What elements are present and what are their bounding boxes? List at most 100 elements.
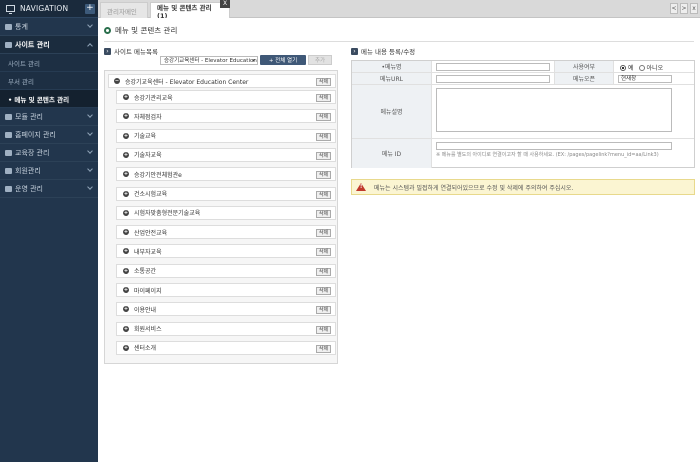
section-title-text: 사이트 메뉴목록 — [114, 48, 158, 56]
tree-item[interactable]: + 이용안내 삭제 — [116, 302, 336, 317]
tree-item-label: 자체점검자 — [134, 113, 162, 121]
menu-form: •메뉴명 사용여부 예 아니오 메뉴URL 메뉴오픈 현재창 메뉴설명 메뉴 I… — [351, 60, 695, 168]
delete-button[interactable]: 삭제 — [316, 306, 331, 315]
chevron-down-icon — [87, 148, 93, 154]
tree-item[interactable]: + 기술교육 삭제 — [116, 128, 336, 143]
label-menu-open: 메뉴오픈 — [554, 73, 614, 84]
radio-yes[interactable] — [620, 64, 626, 71]
expand-icon[interactable]: + — [123, 248, 129, 255]
tree-item[interactable]: + 승강기안전체험관e 삭제 — [116, 167, 336, 182]
expand-all-button[interactable]: + 전체 열기 — [260, 55, 306, 65]
tree-item[interactable]: + 센터소개 삭제 — [116, 340, 336, 355]
expand-icon[interactable]: + — [123, 190, 129, 197]
add-button[interactable]: 추가 — [308, 55, 332, 65]
tree-item[interactable]: + 소통공간 삭제 — [116, 263, 336, 278]
expand-icon[interactable]: + — [123, 209, 129, 216]
next-icon[interactable]: > — [680, 3, 688, 14]
expand-icon[interactable]: + — [123, 113, 129, 120]
delete-button[interactable]: 삭제 — [316, 132, 331, 141]
delete-button[interactable]: 삭제 — [316, 78, 331, 86]
user-icon — [5, 167, 12, 174]
tree-item-label: 승강기안전체험관e — [134, 171, 182, 179]
tree-root[interactable]: − 승강기교육센터 - Elevator Education Center 삭제 — [108, 74, 336, 88]
label-menu-desc: 메뉴설명 — [352, 85, 432, 138]
expand-icon[interactable]: + — [123, 229, 129, 236]
delete-button[interactable]: 삭제 — [316, 94, 331, 102]
form-row: 메뉴설명 — [352, 85, 694, 139]
menu-member[interactable]: 회원관리 — [0, 162, 98, 180]
tree-item[interactable]: + 건소시험교육 삭제 — [116, 186, 336, 201]
tree-item[interactable]: + 기술자교육 삭제 — [116, 147, 336, 162]
delete-button[interactable]: 삭제 — [316, 287, 331, 295]
menu-label: 모듈 관리 — [15, 112, 43, 121]
label-menu-name: •메뉴명 — [352, 61, 432, 72]
menu-homepage[interactable]: 홈페이지 관리 — [0, 126, 98, 144]
delete-button[interactable]: 삭제 — [316, 171, 331, 180]
tree-item[interactable]: + 회원서비스 삭제 — [116, 321, 336, 336]
menu-label: 운영 관리 — [15, 184, 43, 193]
chevron-down-icon — [87, 112, 93, 118]
chevron-up-icon — [87, 43, 93, 49]
tab-bar: 관리자메인 메뉴 및 콘텐츠 관리 (1) X < > x — [98, 0, 700, 20]
expand-icon[interactable]: + — [123, 306, 129, 313]
menu-name-input[interactable] — [436, 63, 550, 71]
tree-item[interactable]: + 시험자맞춤형전문기술교육 삭제 — [116, 205, 336, 220]
delete-button[interactable]: 삭제 — [316, 209, 331, 218]
tree-item-label: 이용안내 — [134, 306, 157, 314]
expand-icon[interactable]: + — [123, 267, 129, 274]
menu-open-select[interactable]: 현재창 — [618, 75, 672, 83]
menu-url-input[interactable] — [436, 75, 550, 83]
delete-button[interactable]: 삭제 — [316, 325, 331, 334]
delete-button[interactable]: 삭제 — [316, 267, 331, 276]
submenu-site[interactable]: 사이트 관리 — [0, 54, 98, 72]
site-select[interactable]: 승강기교육센터 - Elevator Education ... ▾ — [160, 55, 258, 65]
table-icon — [5, 149, 12, 156]
delete-button[interactable]: 삭제 — [316, 113, 331, 122]
tab-label: 메뉴 및 콘텐츠 관리 (1) — [157, 3, 212, 20]
window-buttons: < > x — [670, 3, 698, 14]
menu-site-manage[interactable]: 사이트 관리 — [0, 36, 98, 54]
menu-module[interactable]: 모듈 관리 — [0, 108, 98, 126]
usage-radio-group: 예 아니오 — [620, 63, 663, 72]
tree-item[interactable]: + 내부자교육 삭제 — [116, 244, 336, 259]
tree-item[interactable]: + 마이페이지 삭제 — [116, 283, 336, 297]
tab-admin-main[interactable]: 관리자메인 — [100, 2, 148, 18]
menu-label: 홈페이지 관리 — [15, 130, 56, 139]
expand-icon[interactable]: + — [123, 171, 129, 178]
expand-icon[interactable]: + — [123, 287, 129, 293]
menu-stats[interactable]: 통계 — [0, 18, 98, 36]
expand-icon[interactable]: + — [123, 151, 129, 158]
prev-icon[interactable]: < — [670, 3, 678, 14]
divider — [104, 41, 694, 42]
chevron-down-icon — [87, 22, 93, 28]
tree-item[interactable]: + 자체점검자 삭제 — [116, 109, 336, 124]
delete-button[interactable]: 삭제 — [316, 248, 331, 257]
tab-menu-content[interactable]: 메뉴 및 콘텐츠 관리 (1) — [150, 2, 230, 20]
add-icon[interactable]: + — [85, 4, 95, 14]
radio-no[interactable] — [638, 64, 645, 71]
submenu-dept[interactable]: 부서 관리 — [0, 72, 98, 90]
menu-id-input[interactable] — [436, 142, 672, 150]
delete-button[interactable]: 삭제 — [316, 229, 331, 238]
tree-item[interactable]: + 승강기관리교육 삭제 — [116, 90, 336, 104]
expand-icon[interactable]: + — [123, 132, 129, 139]
navigation-title: NAVIGATION — [20, 4, 69, 13]
delete-button[interactable]: 삭제 — [316, 344, 331, 353]
tree-item-label: 센터소개 — [134, 345, 157, 353]
menu-desc-textarea[interactable] — [436, 88, 672, 132]
menu-operation[interactable]: 운영 관리 — [0, 180, 98, 198]
tree-item[interactable]: + 산업안전교육 삭제 — [116, 225, 336, 240]
label-usage: 사용여부 — [554, 61, 614, 72]
collapse-icon[interactable]: − — [114, 78, 120, 84]
close-all-icon[interactable]: x — [690, 3, 698, 14]
close-icon[interactable]: X — [220, 0, 230, 8]
expand-icon[interactable]: + — [123, 344, 129, 351]
home-icon — [5, 41, 12, 48]
menu-classroom[interactable]: 교육장 관리 — [0, 144, 98, 162]
delete-button[interactable]: 삭제 — [316, 151, 331, 160]
expand-icon[interactable]: + — [123, 94, 129, 100]
delete-button[interactable]: 삭제 — [316, 190, 331, 199]
warning-icon — [356, 183, 366, 191]
expand-icon[interactable]: + — [123, 325, 129, 332]
submenu-menu-content[interactable]: • 메뉴 및 콘텐츠 관리 — [0, 90, 98, 108]
